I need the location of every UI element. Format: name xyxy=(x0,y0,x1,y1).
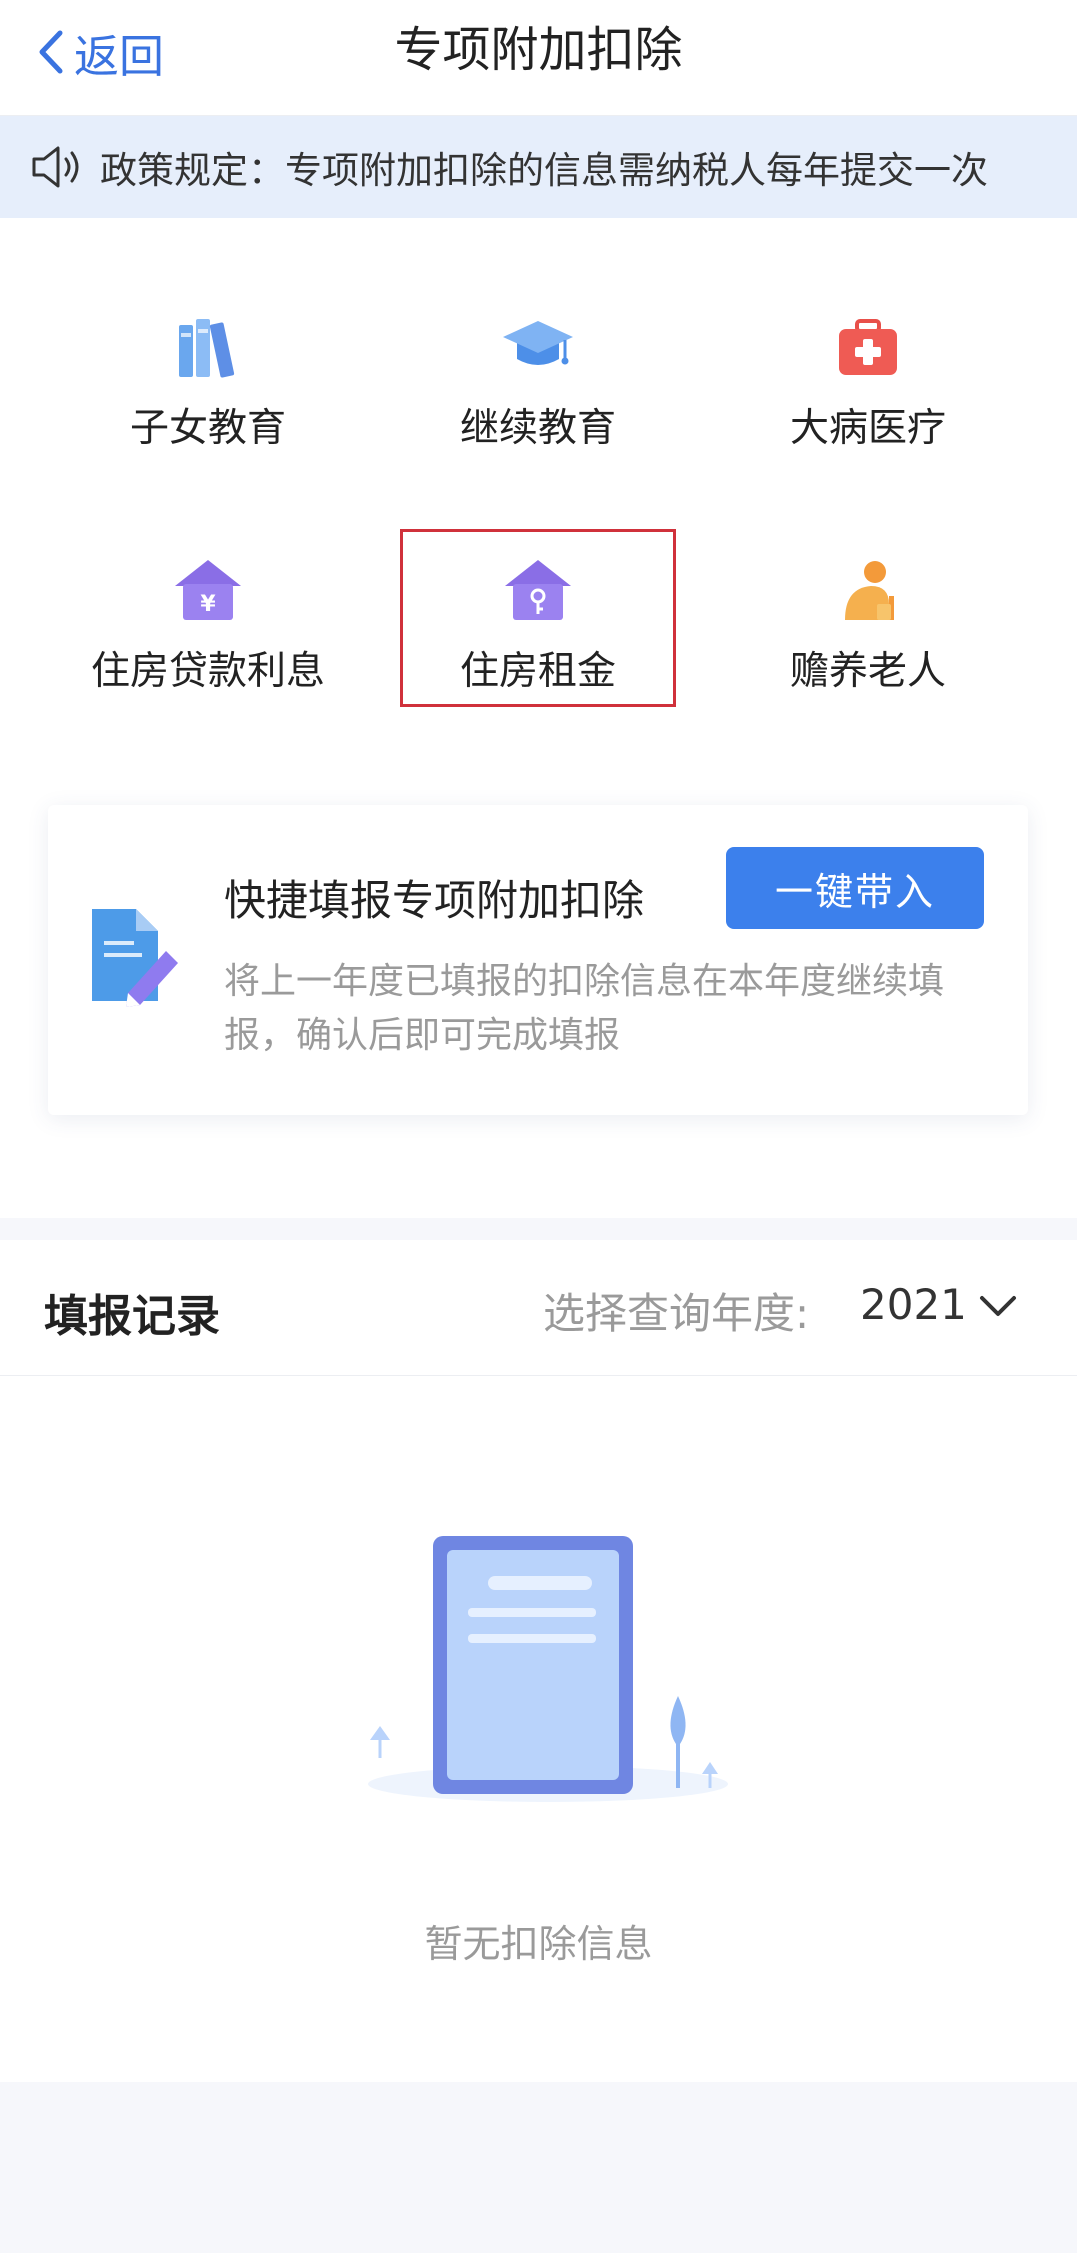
speaker-icon xyxy=(32,146,79,188)
graduation-cap-icon xyxy=(503,321,573,365)
quick-fill-card: 快捷填报专项附加扣除 一键带入 将上一年度已填报的扣除信息在本年度继续填报，确认… xyxy=(48,805,1028,1115)
category-housing-loan-interest[interactable]: ¥ 住房贷款利息 xyxy=(58,556,358,706)
empty-message: 暂无扣除信息 xyxy=(424,1922,653,1966)
selection-highlight xyxy=(400,529,676,707)
chevron-down-icon[interactable] xyxy=(978,1292,1018,1322)
year-select-value[interactable]: 2021 xyxy=(860,1280,967,1329)
medical-kit-icon xyxy=(839,319,897,375)
category-label: 大病医疗 xyxy=(789,406,946,451)
house-yuan-icon: ¥ xyxy=(175,560,241,620)
deduction-categories: 子女教育 继续教育 大病医疗 ¥ 住房贷款利息 住房租金 赡养老人 快捷填报专项… xyxy=(0,218,1077,1218)
year-select-label: 选择查询年度: xyxy=(543,1289,810,1338)
category-child-education[interactable]: 子女教育 xyxy=(58,313,358,463)
records-header: 填报记录 选择查询年度: 2021 xyxy=(0,1240,1077,1376)
category-continuing-education[interactable]: 继续教育 xyxy=(388,313,688,463)
category-label: 住房贷款利息 xyxy=(90,649,325,694)
category-label: 赡养老人 xyxy=(789,649,946,694)
policy-notice: 政策规定：专项附加扣除的信息需纳税人每年提交一次 xyxy=(0,116,1077,218)
books-icon xyxy=(179,319,235,378)
empty-document-illustration xyxy=(368,1536,728,1802)
one-click-import-button[interactable]: 一键带入 xyxy=(726,847,984,929)
quick-fill-title: 快捷填报专项附加扣除 xyxy=(224,876,645,925)
records-title: 填报记录 xyxy=(44,1291,220,1342)
records-empty-state: 暂无扣除信息 xyxy=(0,1376,1077,2082)
notice-text: 政策规定：专项附加扣除的信息需纳税人每年提交一次 xyxy=(100,149,988,192)
elderly-person-icon xyxy=(845,561,894,620)
category-supporting-elderly[interactable]: 赡养老人 xyxy=(718,556,1018,706)
quick-fill-description: 将上一年度已填报的扣除信息在本年度继续填报，确认后即可完成填报 xyxy=(224,961,945,1056)
category-serious-illness[interactable]: 大病医疗 xyxy=(718,313,1018,463)
category-label: 子女教育 xyxy=(129,406,286,451)
page-title: 专项附加扣除 xyxy=(394,22,683,78)
category-label: 继续教育 xyxy=(459,406,616,451)
document-edit-icon xyxy=(92,909,178,1007)
svg-text:¥: ¥ xyxy=(200,592,216,617)
nav-bar: 返回 专项附加扣除 xyxy=(0,0,1077,116)
